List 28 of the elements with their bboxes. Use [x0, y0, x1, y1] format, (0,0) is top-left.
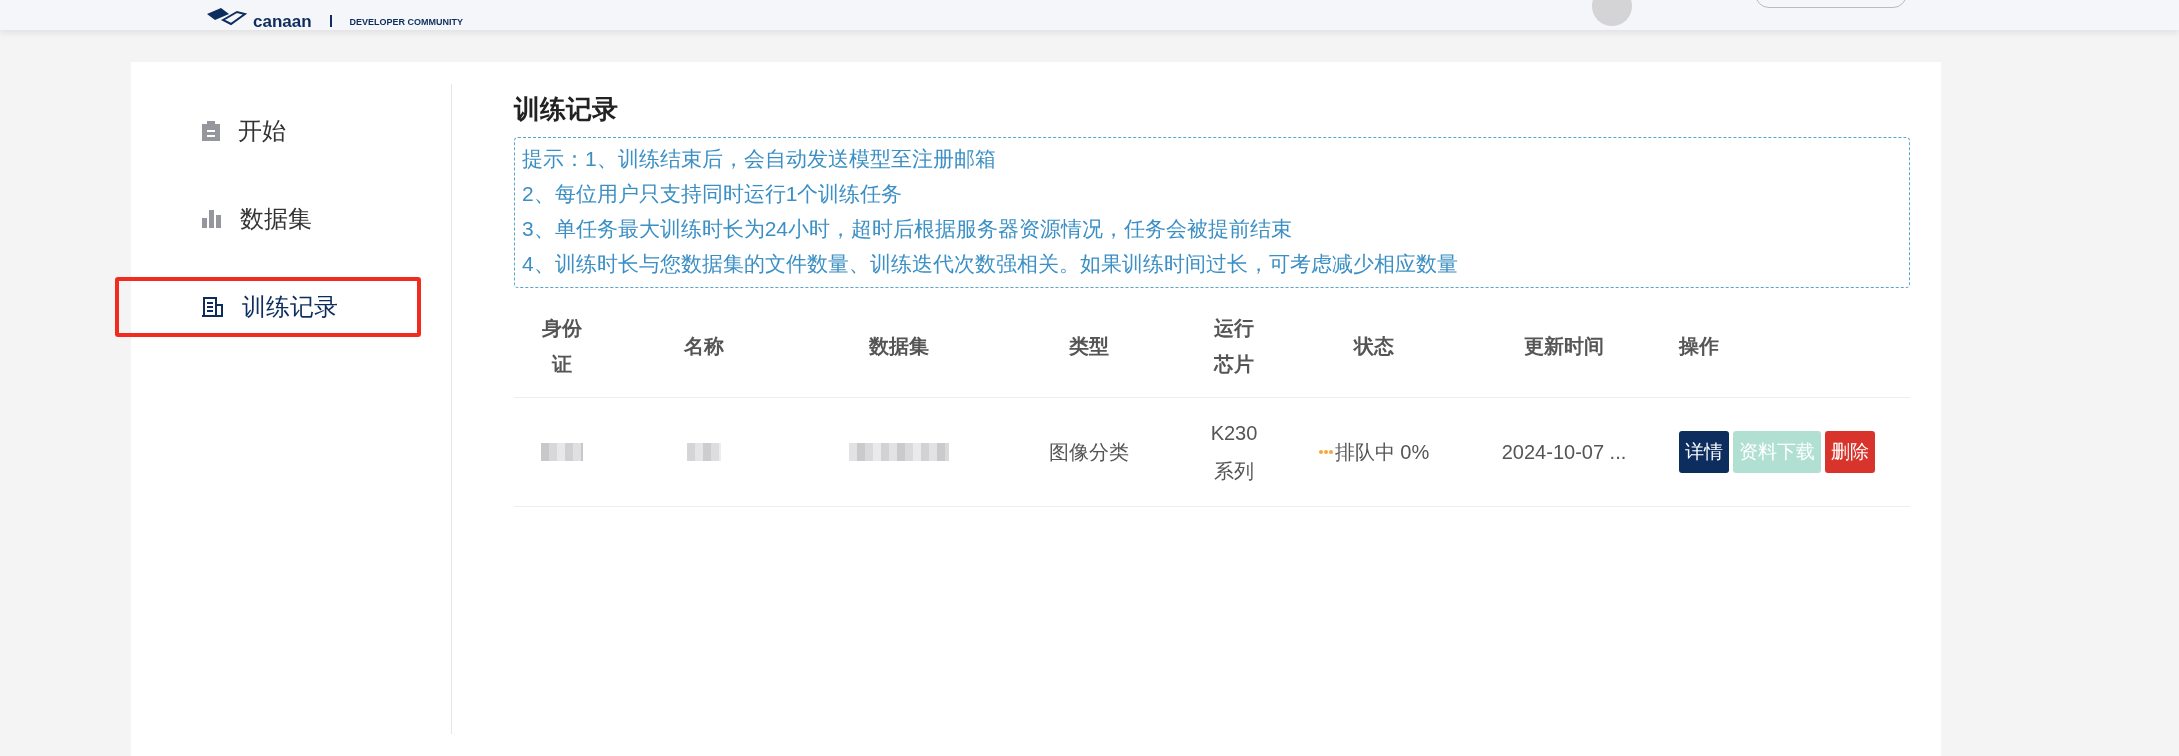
bar-chart-icon	[202, 210, 222, 228]
sidebar-item[interactable]: 训练记录	[115, 277, 421, 337]
redaction-mark	[540, 443, 583, 461]
column-header: 类型	[1069, 333, 1109, 359]
column-header: 数据集	[869, 333, 929, 359]
column-header: 操作	[1679, 333, 1719, 359]
table-cell-text: 2024-10-07 ...	[1501, 440, 1627, 465]
column-header: 更新时间	[1524, 333, 1604, 359]
table-cell-text: K230 系列	[1209, 421, 1259, 484]
column-header: 身份证	[540, 315, 583, 377]
page-title: 训练记录	[514, 93, 619, 126]
clipboard-icon	[202, 121, 220, 141]
table-cell-text: 图像分类	[1049, 440, 1129, 465]
status-text: 排队中 0%	[1334, 440, 1430, 465]
brand-name: canaan	[253, 13, 312, 30]
tip-text: 提示：1、训练结束后，会自动发送模型至注册邮箱	[522, 146, 997, 172]
column-header: 状态	[1354, 333, 1394, 359]
sidebar-item[interactable]: 数据集	[115, 189, 421, 249]
column-header: 名称	[684, 333, 724, 359]
column-header: 运行芯片	[1212, 315, 1255, 377]
brand-tagline: DEVELOPER COMMUNITY	[349, 17, 464, 28]
tip-text: 3、单任务最大训练时长为24小时，超时后根据服务器资源情况，任务会被提前结束	[522, 216, 1294, 242]
tip-text: 2、每位用户只支持同时运行1个训练任务	[522, 181, 904, 207]
redaction-mark	[687, 443, 721, 461]
action-button[interactable]: 删除	[1825, 431, 1875, 473]
sidebar-item[interactable]: 开始	[115, 101, 421, 161]
action-button[interactable]: 详情	[1679, 431, 1729, 473]
tip-text: 4、训练时长与您数据集的文件数量、训练迭代次数强相关。如果训练时间过长，可考虑减少相应数量	[522, 251, 1459, 277]
